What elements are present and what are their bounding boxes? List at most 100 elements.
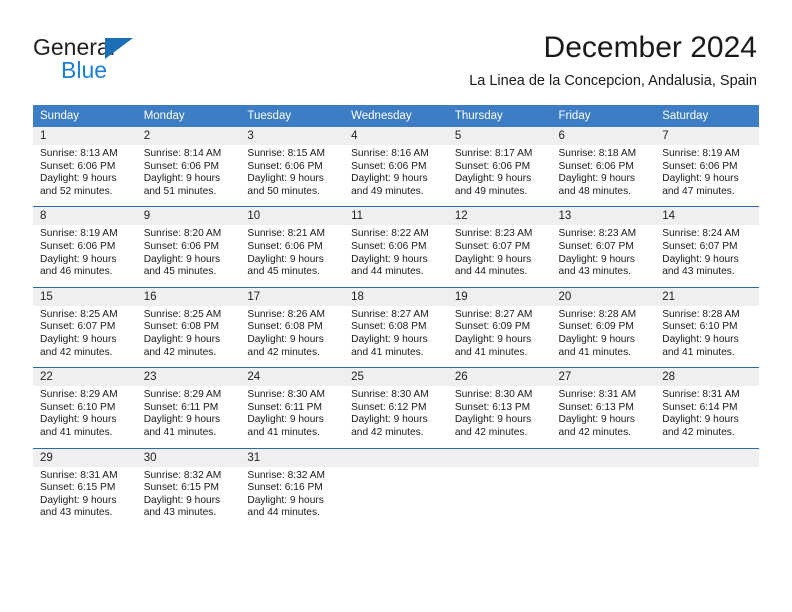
- daylight-text-line1: Daylight: 9 hours: [247, 494, 324, 506]
- day-cell[interactable]: Sunrise: 8:19 AM Sunset: 6:06 PM Daylight:…: [33, 225, 137, 288]
- daylight-text-line1: Daylight: 9 hours: [454, 253, 532, 265]
- daylight-text-line1: Daylight: 9 hours: [247, 414, 324, 426]
- day-number[interactable]: 6: [551, 127, 656, 145]
- day-number[interactable]: 30: [136, 447, 241, 467]
- daylight-text-line1: Daylight: 9 hours: [558, 333, 635, 345]
- day-number[interactable]: 25: [344, 367, 448, 387]
- day-cell[interactable]: Sunrise: 8:28 AM Sunset: 6:09 PM Daylight:…: [551, 305, 656, 368]
- daylight-text-line2: and 50 minutes.: [247, 185, 320, 197]
- day-number-empty: [344, 447, 448, 467]
- daylight-text-line2: and 43 minutes.: [662, 266, 735, 278]
- daylight-text-line2: and 43 minutes.: [40, 507, 113, 519]
- daylight-text-line2: and 41 minutes.: [247, 426, 320, 438]
- day-number[interactable]: 17: [240, 286, 345, 306]
- day-number[interactable]: 28: [655, 367, 759, 387]
- sunrise-text: Sunrise: 8:32 AM: [247, 469, 325, 481]
- day-number[interactable]: 7: [655, 127, 759, 145]
- day-cell[interactable]: Sunrise: 8:23 AM Sunset: 6:07 PM Daylight:…: [447, 225, 552, 288]
- daylight-text-line1: Daylight: 9 hours: [143, 253, 221, 265]
- day-cell[interactable]: Sunrise: 8:25 AM Sunset: 6:08 PM Daylight:…: [136, 305, 241, 368]
- day-cell[interactable]: Sunrise: 8:27 AM Sunset: 6:08 PM Daylight:…: [344, 305, 448, 368]
- daylight-text-line2: and 41 minutes.: [558, 346, 632, 358]
- day-cell[interactable]: Sunrise: 8:22 AM Sunset: 6:06 PM Daylight:…: [344, 225, 448, 288]
- day-number[interactable]: 12: [447, 206, 552, 226]
- sunset-text: Sunset: 6:06 PM: [40, 240, 116, 252]
- sunset-text: Sunset: 6:06 PM: [351, 240, 427, 252]
- day-cell[interactable]: Sunrise: 8:31 AM Sunset: 6:14 PM Daylight:…: [655, 386, 759, 448]
- title-block: December 2024 La Linea de la Concepcion,…: [197, 30, 757, 90]
- calendar-body: 1 2 3 4 5 6 7 Sunrise: 8:13 AM Sunset: 6:06 PM Da…: [33, 127, 759, 528]
- day-cell[interactable]: Sunrise: 8:32 AM Sunset: 6:15 PM Daylight:…: [136, 466, 241, 528]
- daylight-text-line1: Daylight: 9 hours: [558, 414, 635, 426]
- sunset-text: Sunset: 6:13 PM: [558, 401, 634, 413]
- brand-name-blue: Blue: [61, 57, 108, 83]
- day-number[interactable]: 15: [33, 286, 137, 306]
- sunset-text: Sunset: 6:06 PM: [40, 160, 116, 172]
- day-cell[interactable]: Sunrise: 8:30 AM Sunset: 6:12 PM Daylight:…: [344, 386, 448, 448]
- day-cell[interactable]: Sunrise: 8:25 AM Sunset: 6:07 PM Daylight:…: [33, 305, 137, 368]
- sunrise-text: Sunrise: 8:30 AM: [247, 389, 325, 401]
- sunset-text: Sunset: 6:14 PM: [662, 401, 738, 413]
- day-cell[interactable]: Sunrise: 8:30 AM Sunset: 6:13 PM Daylight:…: [447, 386, 552, 448]
- day-number[interactable]: 29: [33, 447, 137, 467]
- day-cell[interactable]: Sunrise: 8:15 AM Sunset: 6:06 PM Daylight:…: [240, 145, 345, 207]
- day-number[interactable]: 18: [344, 286, 448, 306]
- weekday-header-saturday: Saturday: [655, 105, 759, 127]
- day-cell[interactable]: Sunrise: 8:16 AM Sunset: 6:06 PM Daylight:…: [344, 145, 448, 207]
- triangle-icon: [105, 38, 133, 59]
- daylight-text-line2: and 51 minutes.: [143, 185, 217, 197]
- day-number[interactable]: 19: [447, 286, 552, 306]
- day-cell[interactable]: Sunrise: 8:17 AM Sunset: 6:06 PM Daylight:…: [447, 145, 552, 207]
- day-number[interactable]: 2: [136, 127, 241, 145]
- day-cell[interactable]: Sunrise: 8:20 AM Sunset: 6:06 PM Daylight:…: [136, 225, 241, 288]
- day-cell[interactable]: Sunrise: 8:29 AM Sunset: 6:10 PM Daylight:…: [33, 386, 137, 448]
- day-number[interactable]: 23: [136, 367, 241, 387]
- day-cell[interactable]: Sunrise: 8:13 AM Sunset: 6:06 PM Daylight:…: [33, 145, 137, 207]
- day-cell[interactable]: Sunrise: 8:24 AM Sunset: 6:07 PM Daylight:…: [655, 225, 759, 288]
- day-number[interactable]: 4: [344, 127, 448, 145]
- daylight-text-line2: and 52 minutes.: [40, 185, 113, 197]
- day-cell-empty: [344, 466, 448, 528]
- day-number[interactable]: 11: [344, 206, 448, 226]
- day-number[interactable]: 20: [551, 286, 656, 306]
- day-number[interactable]: 26: [447, 367, 552, 387]
- day-number[interactable]: 22: [33, 367, 137, 387]
- day-number[interactable]: 27: [551, 367, 656, 387]
- day-cell[interactable]: Sunrise: 8:28 AM Sunset: 6:10 PM Daylight:…: [655, 305, 759, 368]
- day-cell[interactable]: Sunrise: 8:27 AM Sunset: 6:09 PM Daylight:…: [447, 305, 552, 368]
- day-cell[interactable]: Sunrise: 8:19 AM Sunset: 6:06 PM Daylight:…: [655, 145, 759, 207]
- sunrise-text: Sunrise: 8:22 AM: [351, 228, 429, 240]
- day-number[interactable]: 8: [33, 206, 137, 226]
- week-daynum-row: 8 9 10 11 12 13 14: [33, 206, 759, 226]
- day-cell[interactable]: Sunrise: 8:32 AM Sunset: 6:16 PM Daylight:…: [240, 466, 345, 528]
- day-number[interactable]: 14: [655, 206, 759, 226]
- day-cell[interactable]: Sunrise: 8:14 AM Sunset: 6:06 PM Daylight:…: [136, 145, 241, 207]
- daylight-text-line1: Daylight: 9 hours: [662, 253, 739, 265]
- daylight-text-line2: and 46 minutes.: [40, 266, 113, 278]
- day-number[interactable]: 13: [551, 206, 656, 226]
- day-cell[interactable]: Sunrise: 8:26 AM Sunset: 6:08 PM Daylight:…: [240, 305, 345, 368]
- day-cell[interactable]: Sunrise: 8:18 AM Sunset: 6:06 PM Daylight:…: [551, 145, 656, 207]
- day-cell[interactable]: Sunrise: 8:21 AM Sunset: 6:06 PM Daylight:…: [240, 225, 345, 288]
- day-number[interactable]: 21: [655, 286, 759, 306]
- day-number[interactable]: 1: [33, 127, 137, 145]
- day-cell[interactable]: Sunrise: 8:31 AM Sunset: 6:15 PM Daylight:…: [33, 466, 137, 528]
- day-cell[interactable]: Sunrise: 8:30 AM Sunset: 6:11 PM Daylight:…: [240, 386, 345, 448]
- day-cell[interactable]: Sunrise: 8:29 AM Sunset: 6:11 PM Daylight:…: [136, 386, 241, 448]
- day-number[interactable]: 16: [136, 286, 241, 306]
- day-cell[interactable]: Sunrise: 8:31 AM Sunset: 6:13 PM Daylight:…: [551, 386, 656, 448]
- sunset-text: Sunset: 6:08 PM: [247, 321, 323, 333]
- sunrise-text: Sunrise: 8:14 AM: [143, 148, 222, 159]
- day-number[interactable]: 24: [240, 367, 345, 387]
- day-number[interactable]: 31: [240, 447, 345, 467]
- day-number[interactable]: 10: [240, 206, 345, 226]
- week-info-row: Sunrise: 8:31 AM Sunset: 6:15 PM Daylight:…: [33, 466, 759, 528]
- day-cell-empty: [551, 466, 656, 528]
- daylight-text-line1: Daylight: 9 hours: [662, 414, 739, 426]
- day-cell[interactable]: Sunrise: 8:23 AM Sunset: 6:07 PM Daylight:…: [551, 225, 656, 288]
- daylight-text-line2: and 42 minutes.: [558, 426, 632, 438]
- daylight-text-line2: and 43 minutes.: [143, 507, 217, 519]
- day-number[interactable]: 9: [136, 206, 241, 226]
- day-number[interactable]: 3: [240, 127, 345, 145]
- day-number[interactable]: 5: [447, 127, 552, 145]
